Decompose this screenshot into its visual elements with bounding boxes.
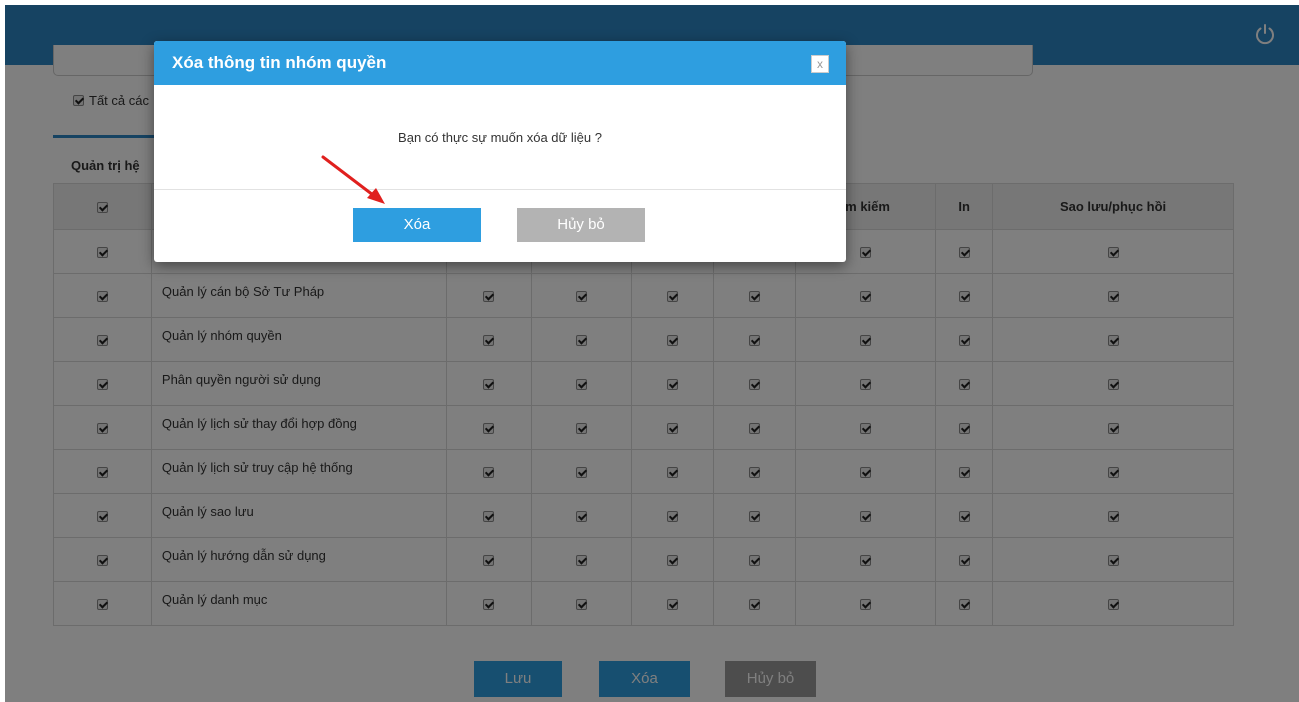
delete-confirm-dialog: Xóa thông tin nhóm quyền x Bạn có thực s… <box>154 41 846 262</box>
cancel-dialog-button[interactable]: Hủy bỏ <box>517 208 645 242</box>
page: Tất cả các Quản trị hệ ìm kiếm In Sao lư… <box>5 5 1299 702</box>
dialog-title: Xóa thông tin nhóm quyền <box>172 53 387 72</box>
dialog-message: Bạn có thực sự muốn xóa dữ liệu ? <box>398 130 602 145</box>
dialog-body: Bạn có thực sự muốn xóa dữ liệu ? <box>154 85 846 190</box>
close-icon[interactable]: x <box>811 55 829 73</box>
dialog-footer: Xóa Hủy bỏ <box>154 190 846 262</box>
confirm-delete-button[interactable]: Xóa <box>353 208 481 242</box>
red-arrow-icon <box>321 155 385 204</box>
dialog-header: Xóa thông tin nhóm quyền x <box>154 41 846 85</box>
